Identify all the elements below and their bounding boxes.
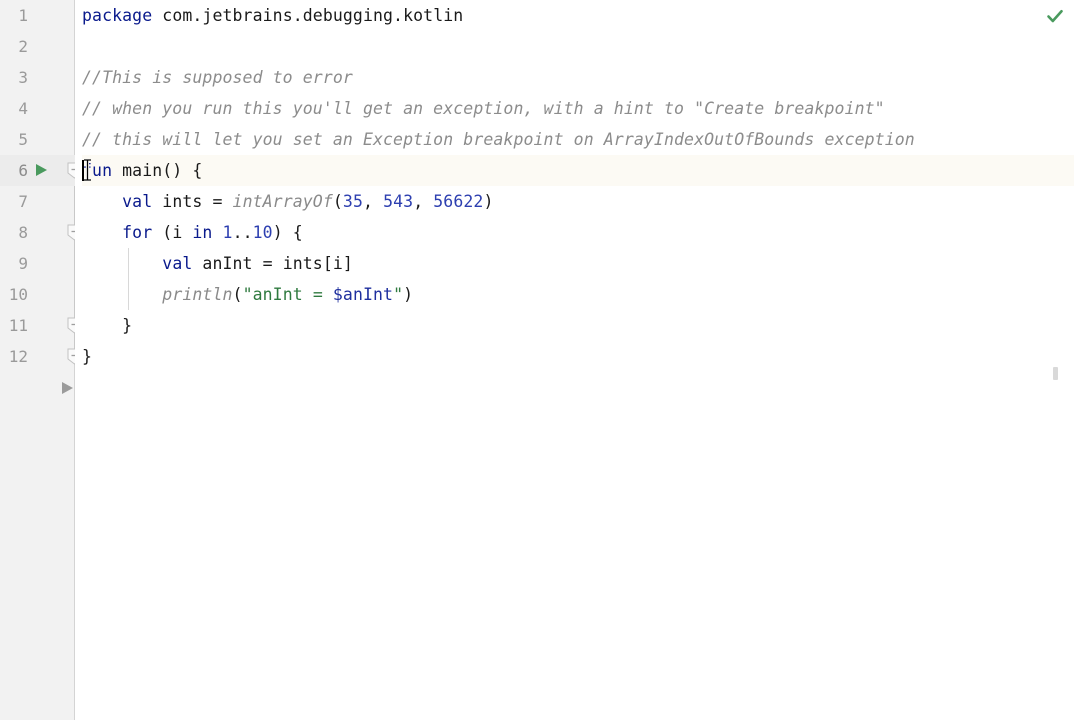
line-number: 2 [18,37,28,56]
code-line[interactable]: // this will let you set an Exception br… [82,124,1074,155]
code-token-plain: main() { [112,161,203,180]
editor-gutter[interactable]: 1 2 3 4 5 6 7 8 9 10 11 12 [0,0,82,720]
code-line[interactable] [82,31,1074,62]
line-number: 3 [18,68,28,87]
gutter-row[interactable]: 10 [0,279,75,310]
code-token-plain: ints = [152,192,233,211]
code-line[interactable]: // when you run this you'll get an excep… [82,93,1074,124]
code-token-plain: ) [403,285,414,304]
line-number: 10 [8,285,28,304]
code-token-plain: anInt = ints[i] [192,254,353,273]
gutter-row[interactable]: 11 [0,310,82,341]
code-token-kw: val [122,192,153,211]
code-token-plain: } [82,347,93,366]
indent-guide [128,248,129,310]
scrollbar-marker[interactable] [1053,367,1058,380]
code-line[interactable]: println("anInt = $anInt") [82,279,1074,310]
gutter-row-after-last [0,372,75,403]
line-number: 8 [18,223,28,242]
line-number: 6 [18,161,28,180]
code-token-plain: , [413,192,434,211]
code-token-plain: com.jetbrains.debugging.kotlin [152,6,464,25]
code-line[interactable]: } [82,341,1074,372]
gutter-row[interactable]: 1 [0,0,75,31]
code-token-cmt: //This is supposed to error [82,68,353,87]
code-token-num: 543 [383,192,414,211]
code-token-str: "anInt = [242,285,333,304]
code-editor[interactable]: 1 2 3 4 5 6 7 8 9 10 11 12 package com.jetbrains.de… [0,0,1074,720]
line-number: 12 [8,347,28,366]
gutter-row[interactable]: 7 [0,186,75,217]
gutter-row[interactable]: 6 [0,155,82,186]
gutter-row[interactable]: 3 [0,62,75,93]
line-number: 1 [18,6,28,25]
code-token-plain: ) { [272,223,303,242]
gutter-row[interactable]: 12 [0,341,82,372]
code-token-str: " [393,285,404,304]
code-token-plain: (i [152,223,193,242]
gutter-row[interactable]: 4 [0,93,75,124]
code-token-kw: in [192,223,213,242]
code-line[interactable]: } [82,310,1074,341]
code-token-fn: intArrayOf [232,192,333,211]
code-line[interactable]: val anInt = ints[i] [82,248,1074,279]
code-line[interactable]: for (i in 1..10) { [82,217,1074,248]
code-token-num: 10 [252,223,273,242]
run-arrow-icon[interactable] [36,164,47,176]
code-token-plain: } [82,316,133,335]
code-token-kw: val [162,254,193,273]
code-token-fn: println [162,285,233,304]
code-token-num: 56622 [433,192,484,211]
checkmark-icon[interactable] [1044,5,1066,27]
code-token-plain: .. [232,223,253,242]
code-token-plain: ( [332,192,343,211]
text-caret [82,160,84,181]
line-number: 5 [18,130,28,149]
code-token-cmt: // when you run this you'll get an excep… [82,99,885,118]
code-token-tmpl: $anInt [332,285,394,304]
run-arrow-gray-icon[interactable] [62,382,73,394]
code-token-kw: for [122,223,153,242]
line-number: 9 [18,254,28,273]
code-token-plain: , [363,192,384,211]
line-number: 11 [8,316,28,335]
code-token-plain: ) [483,192,494,211]
code-token-plain: ( [232,285,243,304]
gutter-row[interactable]: 8 [0,217,82,248]
code-token-cmt: // this will let you set an Exception br… [82,130,915,149]
code-line[interactable]: package com.jetbrains.debugging.kotlin [82,0,1074,31]
line-number: 4 [18,99,28,118]
editor-code-area[interactable]: package com.jetbrains.debugging.kotlin //… [75,0,1074,720]
line-number: 7 [18,192,28,211]
gutter-row[interactable]: 2 [0,31,75,62]
code-line[interactable]: //This is supposed to error [82,62,1074,93]
code-token-kw: fun [82,161,113,180]
gutter-row[interactable]: 9 [0,248,75,279]
code-line[interactable]: val ints = intArrayOf(35, 543, 56622) [82,186,1074,217]
code-line[interactable]: fun main() { [82,155,1074,186]
code-token-num: 1 [222,223,233,242]
code-token-num: 35 [342,192,363,211]
gutter-row[interactable]: 5 [0,124,75,155]
code-token-kw: package [82,6,153,25]
